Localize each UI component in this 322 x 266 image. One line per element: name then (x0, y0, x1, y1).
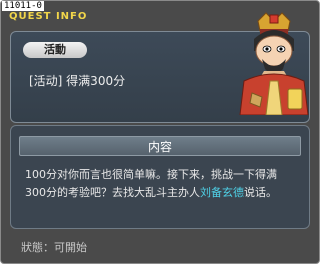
quest-content-panel: 内容 100分对你而言也很简单嘛。接下来，挑战一下得满 300分的考验吧？去找大… (10, 125, 310, 229)
quest-info-window: 11011-0 QUEST INFO 活動 [活动] 得满300分 内容 100… (0, 0, 320, 264)
desc-line1: 100分对你而言也很简单嘛。接下来，挑战一下得满 (25, 168, 277, 181)
quest-status: 狀態：可開始 (21, 241, 87, 254)
desc-line2-post: 说话。 (244, 186, 277, 199)
quest-name: [活动] 得满300分 (29, 74, 126, 88)
npc-name-link[interactable]: 刘备玄德 (200, 186, 244, 199)
desc-line2-pre: 300分的考验吧？去找大乱斗主办人 (25, 186, 200, 199)
event-badge: 活動 (23, 42, 87, 58)
npc-portrait-icon (239, 12, 309, 115)
content-header: 内容 (19, 136, 301, 156)
quest-description: 100分对你而言也很简单嘛。接下来，挑战一下得满 300分的考验吧？去找大乱斗主… (25, 166, 301, 202)
window-title: QUEST INFO (9, 11, 88, 22)
